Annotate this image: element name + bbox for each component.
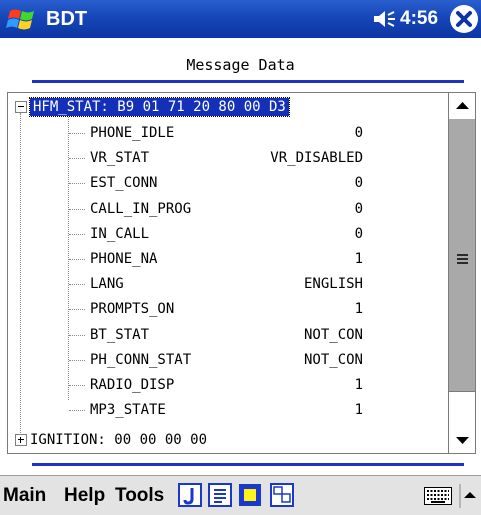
message-tree-panel: HFM_STAT: B9 01 71 20 80 00 D3 PHONE_IDL… — [7, 92, 476, 454]
keyboard-icon[interactable] — [424, 487, 452, 505]
tree-branch-connector — [69, 335, 85, 336]
collapse-toggle[interactable] — [15, 101, 27, 113]
tree-branch-connector — [69, 259, 85, 260]
scroll-down-arrow-icon — [456, 437, 469, 444]
scroll-thumb[interactable] — [449, 119, 475, 412]
tree-node-ignition[interactable]: IGNITION: 00 00 00 00 — [30, 431, 207, 449]
grid-icon[interactable] — [270, 483, 294, 507]
close-icon — [456, 11, 472, 27]
tree-item-value: 0 — [354, 175, 363, 191]
scroll-track-lower[interactable] — [449, 391, 475, 428]
menu-help[interactable]: Help — [64, 485, 105, 507]
tree-item-name[interactable]: VR_STAT — [90, 149, 149, 167]
document-icon[interactable] — [208, 483, 232, 507]
tree-item-name[interactable]: CALL_IN_PROG — [90, 200, 191, 218]
tree-root-line — [20, 113, 21, 439]
tree-branch-connector — [69, 410, 85, 411]
tree-branch-connector — [69, 183, 85, 184]
page-title: Message Data — [186, 56, 295, 74]
tree-item-value: NOT_CON — [303, 352, 363, 368]
tree-item-name[interactable]: PHONE_NA — [90, 250, 157, 268]
header-divider — [32, 80, 464, 83]
up-arrow-icon[interactable] — [458, 482, 478, 510]
tree-node-hfm-stat[interactable]: HFM_STAT: B9 01 71 20 80 00 D3 — [29, 97, 290, 117]
menu-bar: Main Help Tools — [0, 475, 481, 515]
vertical-scrollbar[interactable] — [448, 93, 475, 453]
tree-item-name[interactable]: IN_CALL — [90, 225, 149, 243]
menu-main[interactable]: Main — [3, 485, 46, 507]
tree-item-value: 0 — [354, 201, 363, 217]
tree-branch-connector — [69, 360, 85, 361]
menu-tools[interactable]: Tools — [115, 485, 164, 507]
speaker-icon[interactable] — [372, 9, 398, 29]
close-button[interactable] — [450, 5, 478, 33]
tree-item-name[interactable]: EST_CONN — [90, 174, 157, 192]
tree-item-name[interactable]: RADIO_DISP — [90, 376, 174, 394]
tree-item-value: 1 — [354, 377, 363, 393]
tree-item-value: 0 — [354, 125, 363, 141]
windows-flag-icon[interactable] — [6, 3, 42, 35]
tree-item-value: ENGLISH — [303, 276, 363, 292]
footer-divider — [32, 463, 464, 466]
title-bar: BDT 4:56 — [0, 0, 481, 38]
scroll-up-arrow-icon — [456, 102, 469, 109]
tree-item-value: 1 — [354, 402, 363, 418]
app-title: BDT — [46, 8, 88, 30]
j-icon[interactable] — [178, 483, 202, 507]
tree-item-name[interactable]: PROMPTS_ON — [90, 300, 174, 318]
tree-branch-connector — [69, 158, 85, 159]
tree-item-value: 0 — [354, 226, 363, 242]
expand-toggle[interactable] — [15, 434, 27, 446]
tree-item-name[interactable]: LANG — [90, 275, 124, 293]
tree-view[interactable]: HFM_STAT: B9 01 71 20 80 00 D3 PHONE_IDL… — [8, 93, 448, 453]
tree-item-value: 1 — [354, 301, 363, 317]
tree-item-name[interactable]: PHONE_IDLE — [90, 124, 174, 142]
tree-branch-connector — [69, 209, 85, 210]
clock[interactable]: 4:56 — [400, 8, 438, 30]
tree-branch-connector — [69, 234, 85, 235]
tree-item-name[interactable]: PH_CONN_STAT — [90, 351, 191, 369]
tree-item-value: NOT_CON — [303, 327, 363, 343]
grip-icon — [457, 254, 468, 264]
window-icon[interactable] — [238, 483, 262, 507]
tree-item-name[interactable]: BT_STAT — [90, 326, 149, 344]
tree-branch-connector — [69, 385, 85, 386]
tree-branch-connector — [69, 309, 85, 310]
tree-branch-connector — [69, 284, 85, 285]
tree-item-value: VR_DISABLED — [270, 150, 363, 166]
tree-branch-connector — [69, 133, 85, 134]
tree-item-name[interactable]: MP3_STATE — [90, 401, 166, 419]
scroll-down-button[interactable] — [449, 427, 475, 453]
scroll-up-button[interactable] — [449, 93, 475, 119]
tree-item-value: 1 — [354, 251, 363, 267]
